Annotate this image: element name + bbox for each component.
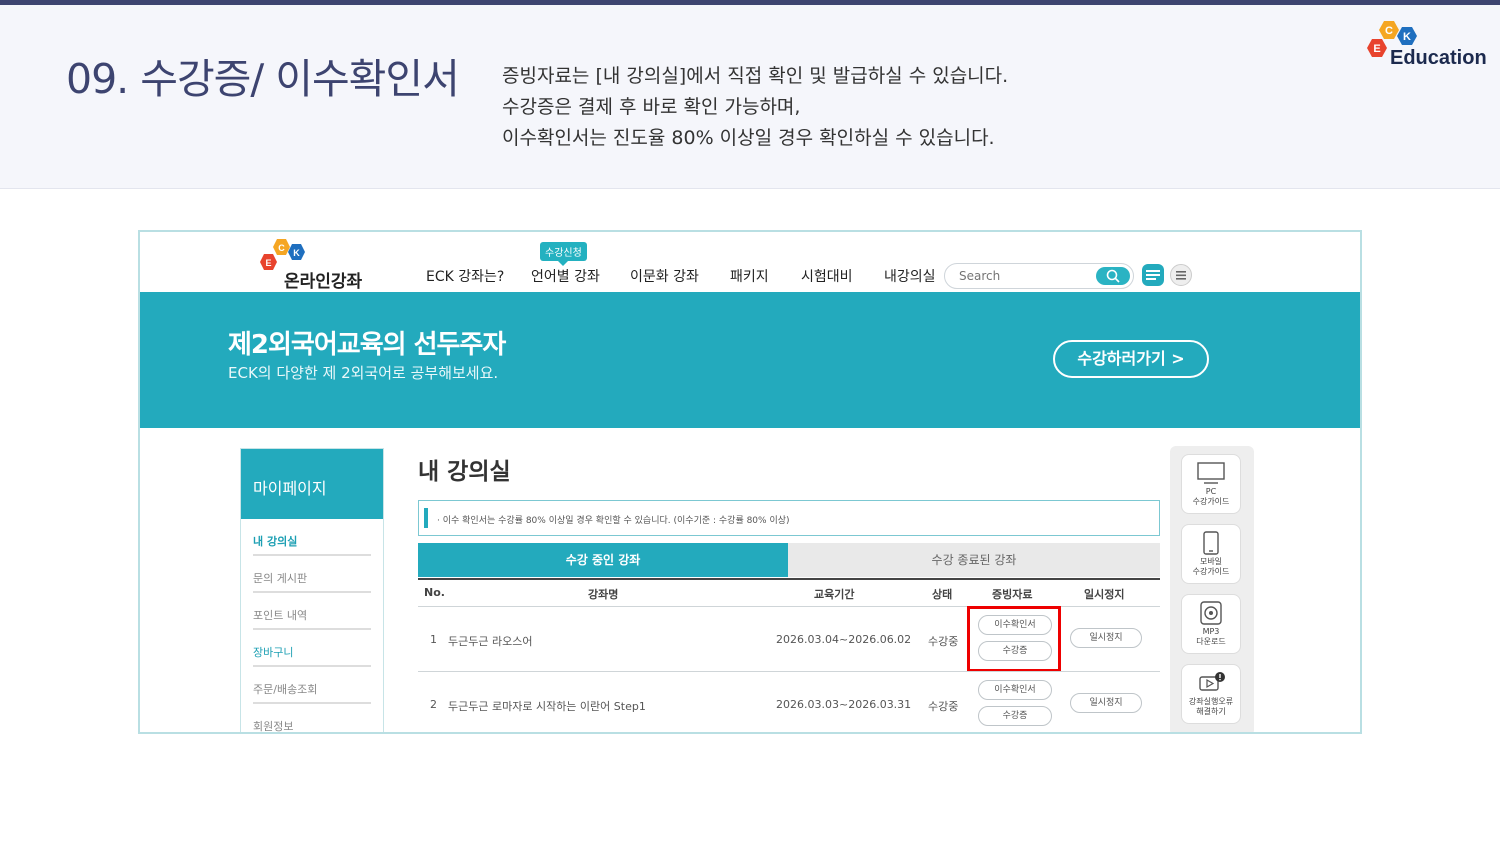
logo-text: 온라인강좌 [284,272,363,292]
enroll-cta-button[interactable]: 수강하러가기 > [1053,340,1209,378]
sidebar-item-my-classroom[interactable]: 내 강의실 [253,519,371,556]
hero-banner: 제2외국어교육의 선두주자 ECK의 다양한 제 2외국어로 공부해보세요. 수… [140,292,1360,428]
search-input[interactable] [959,269,1089,283]
play-alert-icon [1199,672,1225,691]
pause-button[interactable]: 일시정지 [1070,693,1142,713]
quick-menu: PC 수강가이드 모바일 수강가이드 MP3 다운로드 강좌실행오류 해결하기 [1170,446,1254,732]
site-navbar: E C K 온라인강좌 수강신청 ECK 강좌는? 언어별 강좌 이문화 강좌 … [140,232,1360,292]
quick-label: PC 수강가이드 [1192,487,1230,506]
svg-text:E: E [1373,43,1380,55]
notice-accent [424,508,428,528]
tab-active-courses[interactable]: 수강 중인 강좌 [418,543,788,577]
menu-about[interactable]: ECK 강좌는? [426,266,504,286]
pause-button[interactable]: 일시정지 [1070,628,1142,648]
column-header: 일시정지 [1084,588,1125,601]
column-header: 강좌명 [588,588,619,601]
website-screenshot: E C K 온라인강좌 수강신청 ECK 강좌는? 언어별 강좌 이문화 강좌 … [138,230,1362,734]
hero-title: 제2외국어교육의 선두주자 [228,330,506,360]
slide-title: 09. 수강증/ 이수확인서 [66,55,460,103]
column-header: 증빙자료 [992,588,1033,601]
description-line: 수강증은 결제 후 바로 확인 가능하며, [502,96,801,118]
svg-text:C: C [1385,25,1393,37]
monitor-icon [1197,462,1225,484]
course-period: 2026.03.04~2026.06.02 [776,633,912,646]
sidebar-title: 마이페이지 [241,449,383,519]
table-divider [418,671,1160,672]
quick-mp3-download[interactable]: MP3 다운로드 [1181,594,1241,654]
description-line: 이수확인서는 진도율 80% 이상일 경우 확인하실 수 있습니다. [502,127,995,149]
eck-brand-logo: E C K Education [1358,17,1487,77]
svg-text:K: K [1403,31,1411,43]
detail-search-button[interactable] [1142,264,1164,286]
slide-description: 증빙자료는 [내 강의실]에서 직접 확인 및 발급하실 수 있습니다. 수강증… [502,61,1008,154]
search-box [944,263,1134,289]
tablet-icon [1203,531,1219,555]
description-line: 증빙자료는 [내 강의실]에서 직접 확인 및 발급하실 수 있습니다. [502,65,1009,87]
menu-exam[interactable]: 시험대비 [801,266,853,286]
svg-text:K: K [293,248,300,258]
menu-language-courses[interactable]: 언어별 강좌 [531,266,600,286]
slide-header: 09. 수강증/ 이수확인서 증빙자료는 [내 강의실]에서 직접 확인 및 발… [0,5,1500,189]
quick-label: MP3 다운로드 [1196,627,1226,646]
notice-box: · 이수 확인서는 수강률 80% 이상일 경우 확인할 수 있습니다. (이수… [418,500,1160,536]
menu-culture-courses[interactable]: 이문화 강좌 [630,266,699,286]
enroll-badge: 수강신청 [540,242,587,266]
sidebar-item-cart[interactable]: 장바구니 [253,630,371,667]
quick-label: 강좌실행오류 해결하기 [1188,697,1234,716]
svg-text:C: C [278,243,285,253]
quick-label: 모바일 수강가이드 [1192,557,1230,576]
sidebar-item-member-info[interactable]: 회원정보 [253,704,371,732]
row-number: 2 [430,698,437,711]
sidebar-item-points[interactable]: 포인트 내역 [253,593,371,630]
sidebar-item-orders[interactable]: 주문/배송조회 [253,667,371,704]
course-tabs: 수강 중인 강좌 수강 종료된 강좌 [418,543,1160,577]
menu-button[interactable] [1170,264,1192,286]
quick-mobile-guide[interactable]: 모바일 수강가이드 [1181,524,1241,584]
table-top-border [418,578,1160,580]
course-status: 수강중 [928,700,959,713]
site-logo[interactable]: E C K 온라인강좌 [258,236,368,292]
speaker-icon [1200,601,1222,625]
row-number: 1 [430,633,437,646]
detail-search-icon [1146,270,1160,280]
search-icon [1106,269,1120,283]
enrollment-certificate-button[interactable]: 수강증 [978,706,1052,726]
sidebar-item-inquiry[interactable]: 문의 게시판 [253,556,371,593]
page-title: 내 강의실 [418,459,511,485]
notice-text: · 이수 확인서는 수강률 80% 이상일 경우 확인할 수 있습니다. (이수… [437,516,790,526]
search-button[interactable] [1096,267,1130,285]
column-header: 교육기간 [814,588,855,601]
course-name[interactable]: 두근두근 로마자로 시작하는 이란어 Step1 [448,698,646,714]
column-header: 상태 [932,588,953,601]
tab-finished-courses[interactable]: 수강 종료된 강좌 [788,543,1160,577]
course-name[interactable]: 두근두근 라오스어 [448,633,532,649]
quick-pc-guide[interactable]: PC 수강가이드 [1181,454,1241,514]
hero-subtitle: ECK의 다양한 제 2외국어로 공부해보세요. [228,364,499,382]
menu-my-classroom[interactable]: 내강의실 [884,266,936,286]
svg-text:E: E [265,258,271,268]
highlight-box [967,606,1061,672]
mypage-sidebar: 마이페이지 내 강의실 문의 게시판 포인트 내역 장바구니 주문/배송조회 회… [240,448,384,732]
hamburger-icon [1176,271,1186,280]
menu-package[interactable]: 패키지 [730,266,769,286]
course-period: 2026.03.03~2026.03.31 [776,698,912,711]
completion-certificate-button[interactable]: 이수확인서 [978,680,1052,700]
quick-error-help[interactable]: 강좌실행오류 해결하기 [1181,664,1241,724]
column-header: No. [424,586,445,599]
course-status: 수강중 [928,635,959,648]
brand-name: Education [1390,47,1487,69]
